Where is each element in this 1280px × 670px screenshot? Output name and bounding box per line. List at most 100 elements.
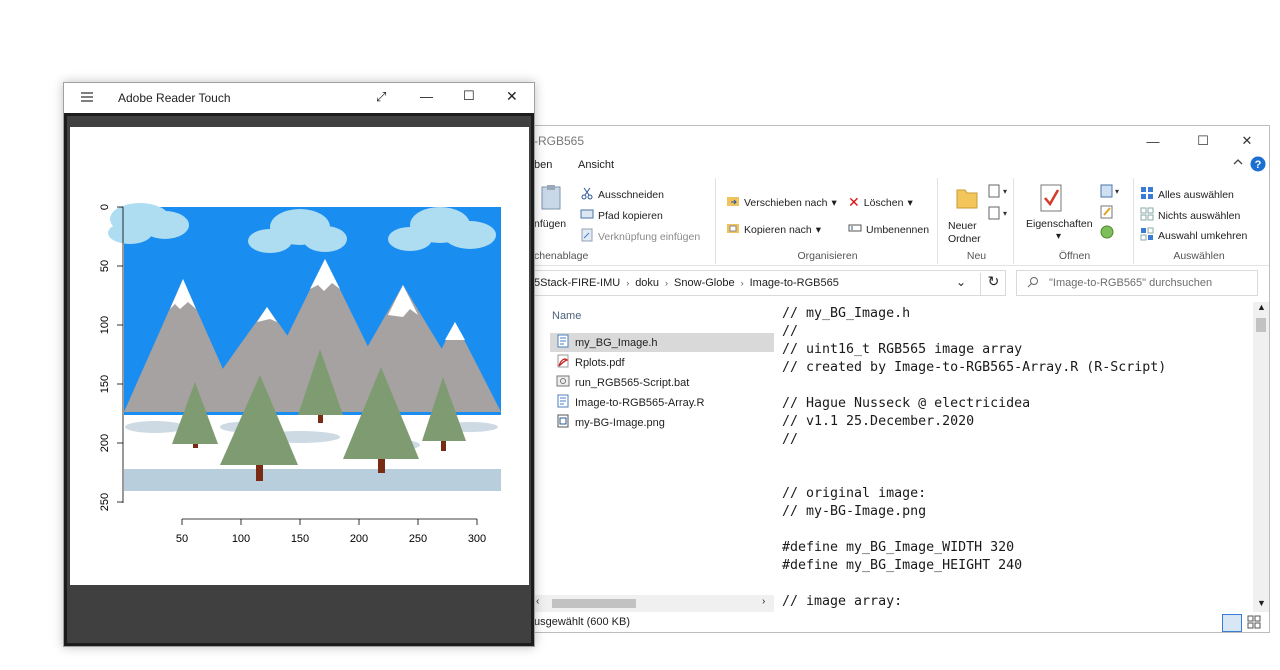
search-input[interactable]: "Image-to-RGB565" durchsuchen (1016, 270, 1258, 296)
x-tick-label: 50 (176, 533, 188, 545)
scroll-up-icon[interactable]: ▲ (1257, 302, 1266, 312)
file-row[interactable]: Rplots.pdf (550, 353, 774, 372)
new-folder-label-1: Neuer (948, 220, 977, 232)
y-tick-label: 150 (99, 375, 111, 393)
minimize-icon[interactable]: — (420, 89, 433, 104)
ribbon-group-select: Alles auswählen Nichts auswählen Auswahl… (1136, 178, 1262, 264)
details-view-icon[interactable] (1222, 614, 1242, 632)
vertical-scrollbar[interactable]: ▲ ▼ (1253, 302, 1269, 612)
reader-window: Adobe Reader Touch ⤢ — ☐ ✕ 0 50 100 150 … (63, 82, 535, 647)
file-name: my_BG_Image.h (575, 336, 658, 349)
chevron-right-icon[interactable]: › (626, 278, 629, 288)
status-bar: usgewählt (600 KB) (534, 612, 1269, 632)
breadcrumb-item[interactable]: 5Stack-FIRE-IMU (534, 277, 620, 289)
rename-button[interactable]: Umbenennen (848, 221, 929, 238)
code-line: // v1.1 25.December.2020 (782, 414, 975, 429)
scrollbar-thumb[interactable] (552, 599, 636, 608)
delete-label: Löschen (863, 196, 904, 209)
large-icons-view-icon[interactable] (1246, 614, 1264, 632)
delete-dropdown-icon: ▾ (907, 196, 913, 209)
new-item-icon[interactable]: ▾ (988, 184, 1010, 201)
search-placeholder: "Image-to-RGB565" durchsuchen (1049, 277, 1213, 289)
svg-text:▾: ▾ (1003, 209, 1007, 218)
refresh-icon[interactable]: ↻ (980, 273, 1006, 295)
file-explorer-window: -RGB565 — ☐ ✕ ben Ansicht ? nfügen Aussc… (534, 125, 1270, 633)
explorer-menubar: ben Ansicht ? (534, 156, 1269, 176)
column-header-name[interactable]: Name (552, 310, 581, 322)
maximize-button[interactable]: ☐ (1180, 126, 1226, 156)
explorer-title: -RGB565 (534, 134, 585, 148)
select-all-button[interactable]: Alles auswählen (1140, 186, 1234, 203)
code-line: // image array: (782, 594, 903, 609)
code-line: // my_BG_Image.h (782, 306, 911, 321)
paste-shortcut-label: Verknüpfung einfügen (598, 230, 701, 243)
chevron-right-icon[interactable]: › (741, 278, 744, 288)
address-bar[interactable]: 5Stack-FIRE-IMU › doku › Snow-Globe › Im… (534, 270, 1006, 296)
invert-selection-button[interactable]: Auswahl umkehren (1140, 227, 1247, 244)
copy-to-dropdown-icon: ▾ (815, 223, 821, 236)
new-folder-button[interactable]: Neuer Ordner (948, 220, 981, 246)
code-line: // Hague Nusseck @ electricidea (782, 396, 1031, 411)
history-icon[interactable] (1100, 225, 1114, 242)
easy-access-icon[interactable]: ▾ (988, 206, 1010, 223)
new-folder-label-2: Ordner (948, 233, 981, 245)
copy-path-button[interactable]: Pfad kopieren (580, 207, 663, 224)
invert-selection-label: Auswahl umkehren (1158, 229, 1248, 242)
breadcrumb-item[interactable]: Image-to-RGB565 (750, 277, 839, 289)
batch-file-icon (556, 374, 570, 391)
properties-icon (1040, 184, 1062, 215)
chevron-right-icon[interactable]: › (665, 278, 668, 288)
menu-tab-view[interactable]: Ansicht (578, 159, 614, 171)
minimize-button[interactable]: — (1130, 126, 1176, 156)
maximize-icon[interactable]: ☐ (463, 88, 475, 104)
copy-to-button[interactable]: Kopieren nach ▾ (726, 221, 821, 238)
code-line: // created by Image-to-RGB565-Array.R (R… (782, 360, 1167, 375)
file-row[interactable]: my_BG_Image.h (550, 333, 774, 352)
menu-tab-start[interactable]: ben (534, 159, 552, 171)
chevron-down-icon[interactable]: ⌄ (956, 275, 966, 289)
scroll-right-icon[interactable]: › (762, 596, 765, 607)
properties-dropdown-icon[interactable]: ▾ (1056, 231, 1061, 242)
select-all-label: Alles auswählen (1158, 188, 1234, 201)
paste-shortcut-button[interactable]: Verknüpfung einfügen (580, 228, 700, 245)
paste-button[interactable]: nfügen (534, 218, 566, 230)
help-icon[interactable]: ? (1250, 156, 1266, 175)
code-line: #define my_BG_Image_WIDTH 320 (782, 540, 1015, 555)
hamburger-menu-icon[interactable] (80, 91, 94, 106)
open-icon[interactable]: ▾ (1100, 184, 1122, 201)
ribbon-group-organize: Verschieben nach ▾ Kopieren nach ▾ ✕ Lösch… (718, 178, 938, 264)
file-row[interactable]: my-BG-Image.png (550, 413, 774, 432)
code-line: // (782, 432, 799, 447)
x-tick-label: 100 (232, 533, 250, 545)
move-to-button[interactable]: Verschieben nach ▾ (726, 194, 837, 211)
horizontal-scrollbar[interactable]: ‹ › (534, 595, 774, 612)
file-name: Rplots.pdf (575, 356, 625, 369)
cut-button[interactable]: Ausschneiden (580, 186, 664, 203)
scroll-down-icon[interactable]: ▼ (1257, 598, 1266, 608)
open-group-label: Öffnen (1058, 250, 1091, 262)
close-icon[interactable]: ✕ (506, 88, 518, 105)
code-preview-pane: // my_BG_Image.h // // uint16_t RGB565 i… (776, 302, 1252, 612)
cut-label: Ausschneiden (598, 188, 664, 201)
scrollbar-thumb[interactable] (1256, 318, 1266, 332)
code-line: // my-BG-Image.png (782, 504, 927, 519)
ribbon-group-new: ▾ ▾ Neuer Ordner Neu (940, 178, 1014, 264)
properties-button[interactable]: Eigenschaften (1026, 218, 1093, 230)
ribbon-collapse-icon[interactable] (1232, 156, 1244, 171)
delete-button[interactable]: ✕ Löschen ▾ (848, 194, 913, 211)
scroll-left-icon[interactable]: ‹ (536, 596, 539, 607)
breadcrumb-item[interactable]: Snow-Globe (674, 277, 735, 289)
file-row[interactable]: run_RGB565-Script.bat (550, 373, 774, 392)
file-row[interactable]: Image-to-RGB565-Array.R (550, 393, 774, 412)
y-tick-label: 200 (99, 434, 111, 452)
edit-icon[interactable] (1100, 205, 1114, 222)
code-line: #define my_BG_Image_HEIGHT 240 (782, 558, 1023, 573)
x-tick-label: 150 (291, 533, 309, 545)
status-text: usgewählt (600 KB) (534, 616, 630, 628)
invert-selection-icon (1140, 227, 1154, 244)
copy-path-label: Pfad kopieren (598, 209, 663, 222)
fullscreen-icon[interactable]: ⤢ (376, 89, 386, 105)
select-none-button[interactable]: Nichts auswählen (1140, 207, 1240, 224)
close-button[interactable]: ✕ (1224, 126, 1269, 156)
breadcrumb-item[interactable]: doku (635, 277, 659, 289)
